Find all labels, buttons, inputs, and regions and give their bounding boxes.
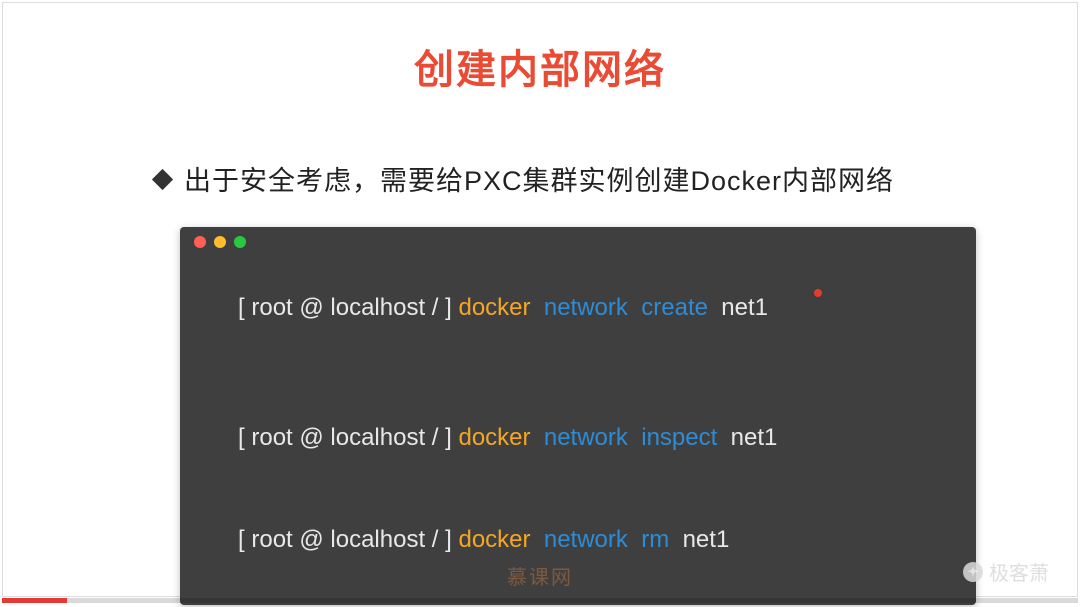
bullet-text: 出于安全考虑，需要给PXC集群实例创建Docker内部网络 xyxy=(184,159,894,198)
terminal-titlebar xyxy=(180,227,976,257)
video-progress-fill xyxy=(2,598,67,603)
action-token: rm xyxy=(641,526,669,553)
wechat-icon: ✦ xyxy=(963,562,983,582)
window-close-icon xyxy=(194,236,206,248)
window-minimize-icon xyxy=(214,236,226,248)
slide: 创建内部网络 出于安全考虑，需要给PXC集群实例创建Docker内部网络 [ r… xyxy=(2,2,1078,597)
prompt-text: [ root @ localhost / ] xyxy=(238,294,458,321)
subcommand-token: network xyxy=(544,424,628,451)
terminal-line: [ root @ localhost / ] docker network rm… xyxy=(180,489,976,591)
bullet-row: 出于安全考虑，需要给PXC集群实例创建Docker内部网络 xyxy=(155,159,1017,198)
terminal-window: [ root @ localhost / ] docker network cr… xyxy=(180,227,976,605)
window-zoom-icon xyxy=(234,236,246,248)
action-token: inspect xyxy=(641,424,717,451)
prompt-text: [ root @ localhost / ] xyxy=(238,526,458,553)
diamond-bullet-icon xyxy=(152,169,173,190)
command-token: docker xyxy=(458,526,530,553)
slide-title: 创建内部网络 xyxy=(3,37,1077,95)
arg-token: net1 xyxy=(683,526,730,553)
terminal-line: [ root @ localhost / ] docker network in… xyxy=(180,387,976,489)
watermark-right-text: 极客萧 xyxy=(989,557,1049,586)
command-token: docker xyxy=(458,294,530,321)
subcommand-token: network xyxy=(544,294,628,321)
laser-pointer-icon xyxy=(814,289,822,297)
watermark-center: 慕课网 xyxy=(507,561,573,590)
command-token: docker xyxy=(458,424,530,451)
action-token: create xyxy=(641,294,708,321)
video-progress-track[interactable] xyxy=(2,598,1078,603)
terminal-line: [ root @ localhost / ] docker network cr… xyxy=(180,257,976,387)
arg-token: net1 xyxy=(731,424,778,451)
watermark-right: ✦ 极客萧 xyxy=(963,557,1049,586)
arg-token: net1 xyxy=(721,294,768,321)
prompt-text: [ root @ localhost / ] xyxy=(238,424,458,451)
subcommand-token: network xyxy=(544,526,628,553)
